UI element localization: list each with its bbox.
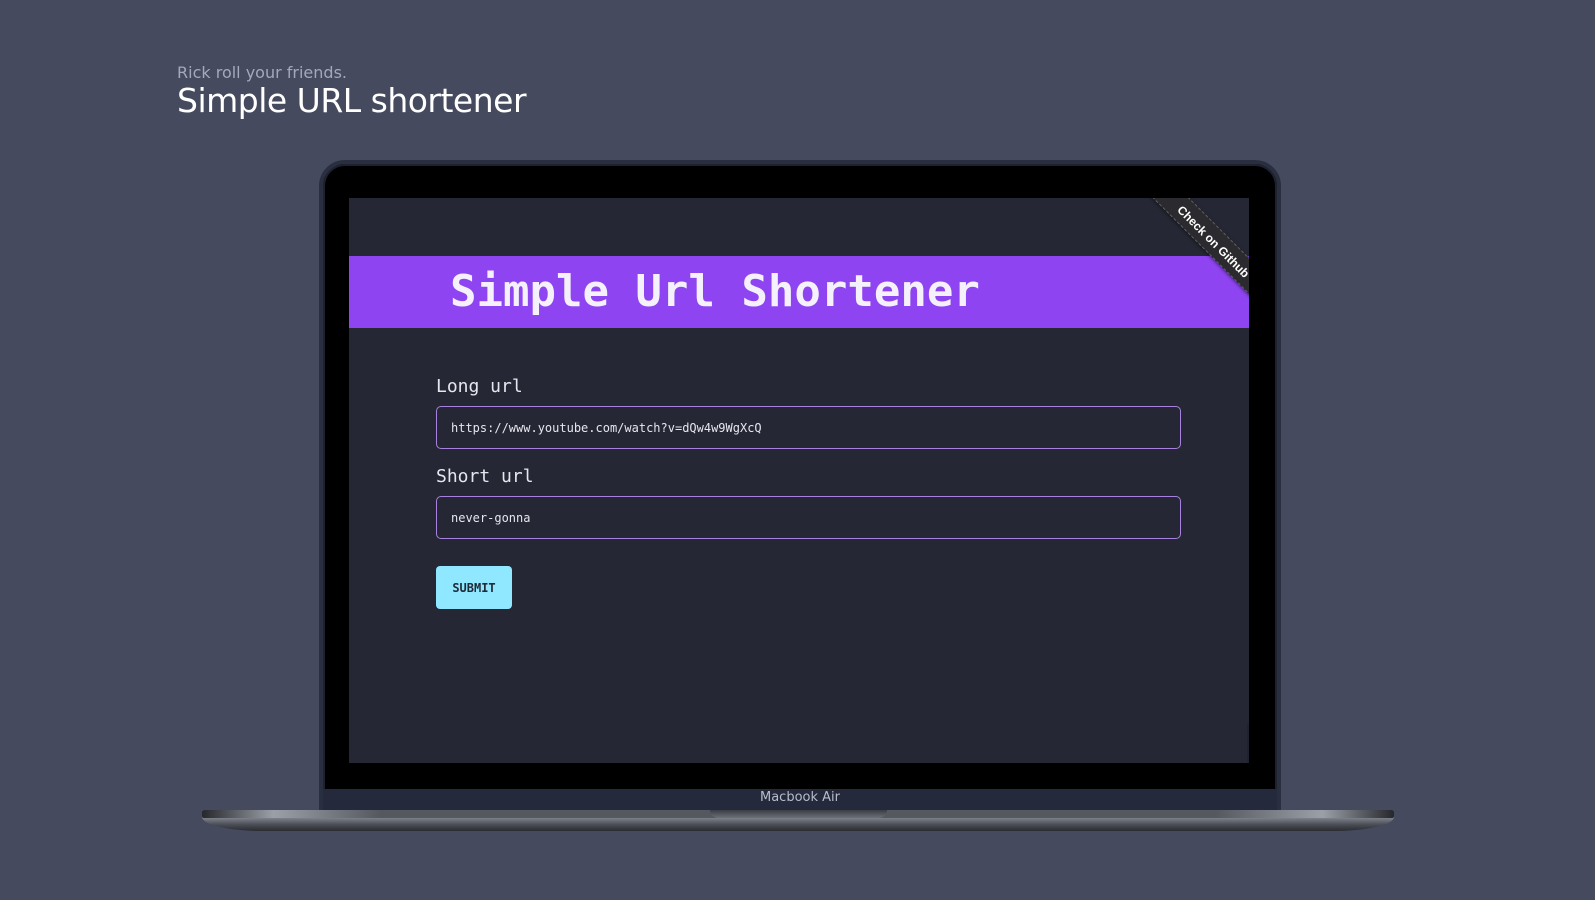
short-url-input[interactable] [436, 496, 1181, 539]
laptop-screen: Simple Url Shortener Check on Github Lon… [349, 198, 1249, 763]
submit-button[interactable]: SUBMIT [436, 566, 512, 609]
long-url-label: Long url [436, 376, 523, 397]
short-url-label: Short url [436, 466, 534, 487]
screen-edge [1247, 724, 1249, 763]
device-label: Macbook Air [760, 790, 840, 805]
app-banner: Simple Url Shortener [349, 256, 1249, 328]
github-ribbon-link[interactable]: Check on Github [1144, 198, 1249, 308]
laptop-base-notch [710, 810, 887, 818]
page-header: Rick roll your friends. Simple URL short… [177, 63, 527, 120]
app-title: Simple Url Shortener [450, 266, 980, 317]
page-title: Simple URL shortener [177, 81, 527, 120]
long-url-input[interactable] [436, 406, 1181, 449]
page: Rick roll your friends. Simple URL short… [0, 0, 1595, 900]
github-ribbon-container: Check on Github [1139, 198, 1249, 308]
tagline: Rick roll your friends. [177, 63, 347, 82]
